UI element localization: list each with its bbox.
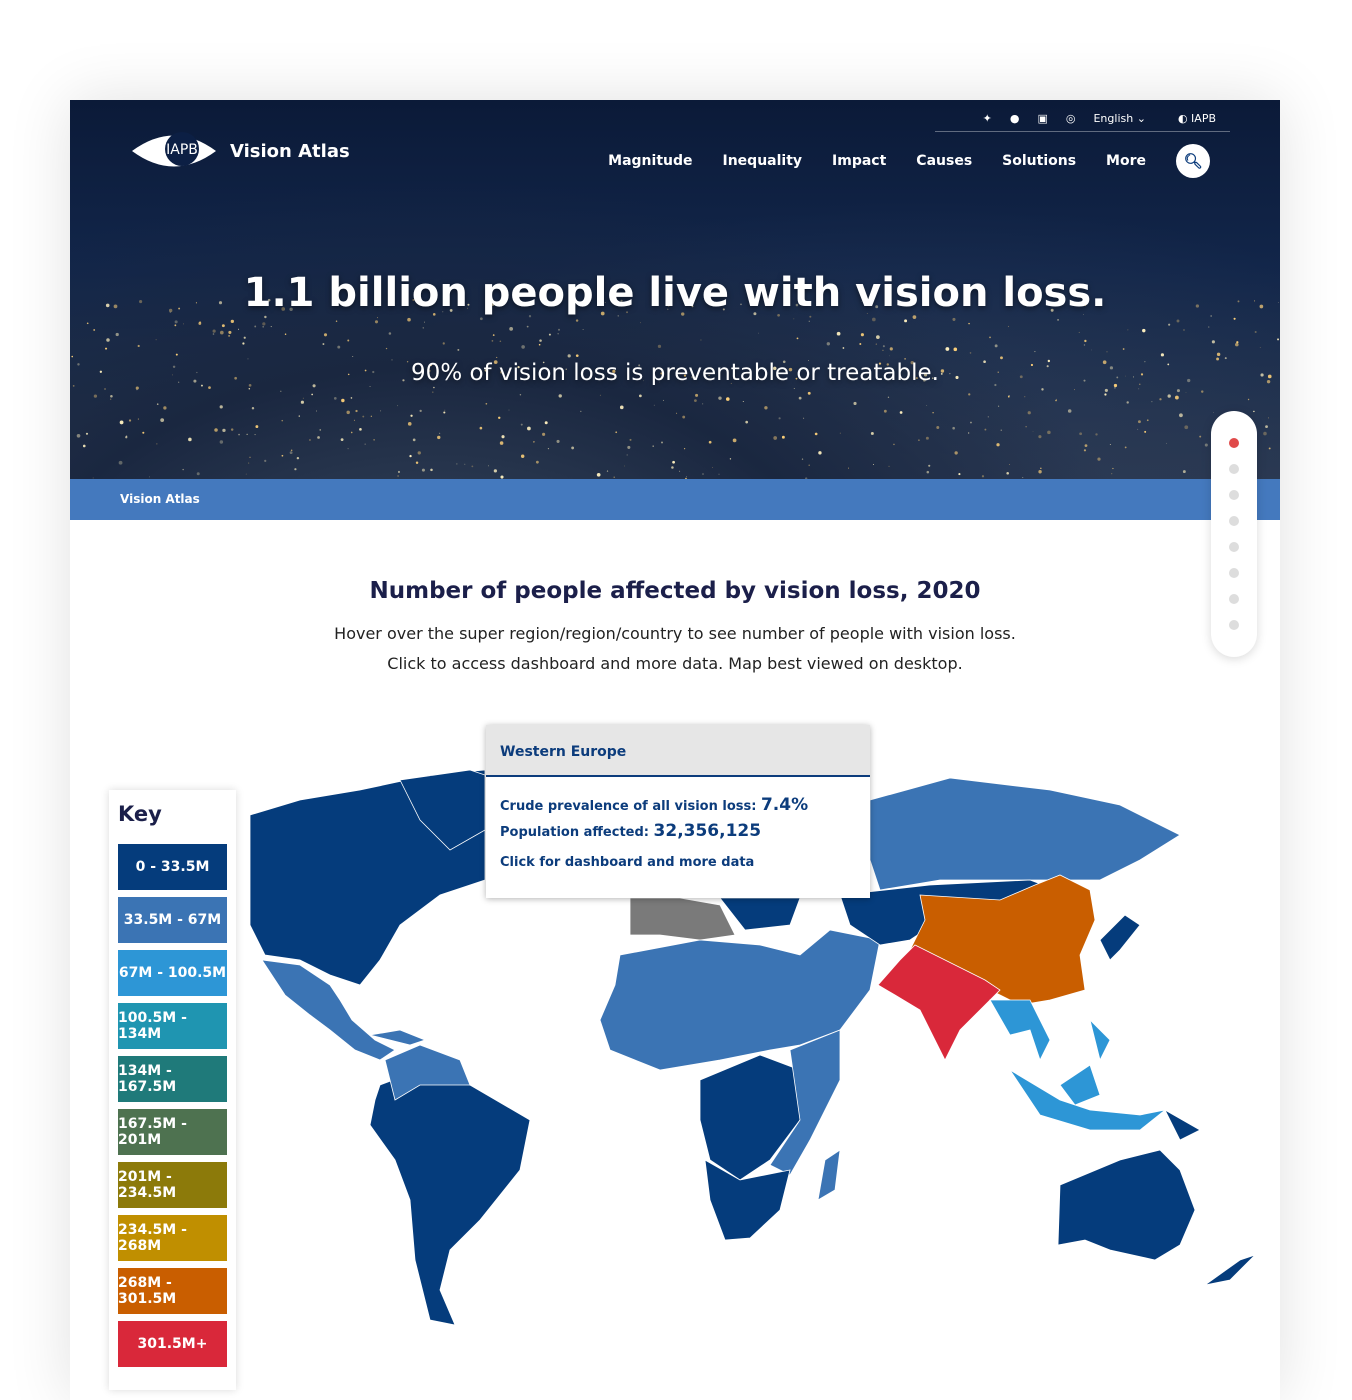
region-southeast-asia[interactable] [989, 999, 1166, 1131]
region-central-america[interactable] [261, 959, 396, 1061]
legend-item[interactable]: 234.5M - 268M [118, 1215, 227, 1261]
region-tropical-latin-america[interactable] [369, 1069, 531, 1326]
region-japan-korea[interactable] [1099, 914, 1141, 961]
legend-item[interactable]: 268M - 301.5M [118, 1268, 227, 1314]
legend-item[interactable]: 67M - 100.5M [118, 950, 227, 996]
scroll-nav-dot[interactable] [1229, 516, 1239, 526]
region-western-europe[interactable] [629, 897, 736, 941]
scroll-nav-dot[interactable] [1229, 464, 1239, 474]
region-eastern-europe[interactable] [869, 777, 1181, 891]
legend-item[interactable]: 33.5M - 67M [118, 897, 227, 943]
scroll-nav-dot[interactable] [1229, 568, 1239, 578]
tooltip-prevalence: Crude prevalence of all vision loss: 7.4… [500, 795, 809, 815]
legend-item[interactable]: 167.5M - 201M [118, 1109, 227, 1155]
region-central-europe[interactable] [719, 897, 801, 931]
legend-item[interactable]: 134M - 167.5M [118, 1056, 227, 1102]
legend-item[interactable]: 201M - 234.5M [118, 1162, 227, 1208]
tooltip-population: Population affected: 32,356,125 [500, 821, 762, 841]
scroll-nav-dot[interactable] [1229, 620, 1239, 630]
legend-item[interactable]: 301.5M+ [118, 1321, 227, 1367]
scroll-nav-dot[interactable] [1229, 542, 1239, 552]
region-madagascar[interactable] [817, 1149, 841, 1201]
tooltip-region-name: Western Europe [486, 725, 870, 777]
legend-title: Key [118, 802, 162, 826]
region-australasia[interactable] [1057, 1108, 1201, 1261]
map-legend: Key 0 - 33.5M 33.5M - 67M 67M - 100.5M 100.… [109, 790, 236, 1390]
section-scroll-nav [1211, 411, 1257, 657]
legend-item[interactable]: 100.5M - 134M [118, 1003, 227, 1049]
tooltip-dashboard-link[interactable]: Click for dashboard and more data [486, 855, 870, 870]
scroll-nav-dot[interactable] [1229, 490, 1239, 500]
region-new-zealand[interactable] [1204, 1254, 1256, 1286]
region-tooltip[interactable]: Western Europe Crude prevalence of all v… [486, 725, 870, 898]
scroll-nav-dot[interactable] [1229, 438, 1239, 448]
scroll-nav-dot[interactable] [1229, 594, 1239, 604]
legend-item[interactable]: 0 - 33.5M [118, 844, 227, 890]
